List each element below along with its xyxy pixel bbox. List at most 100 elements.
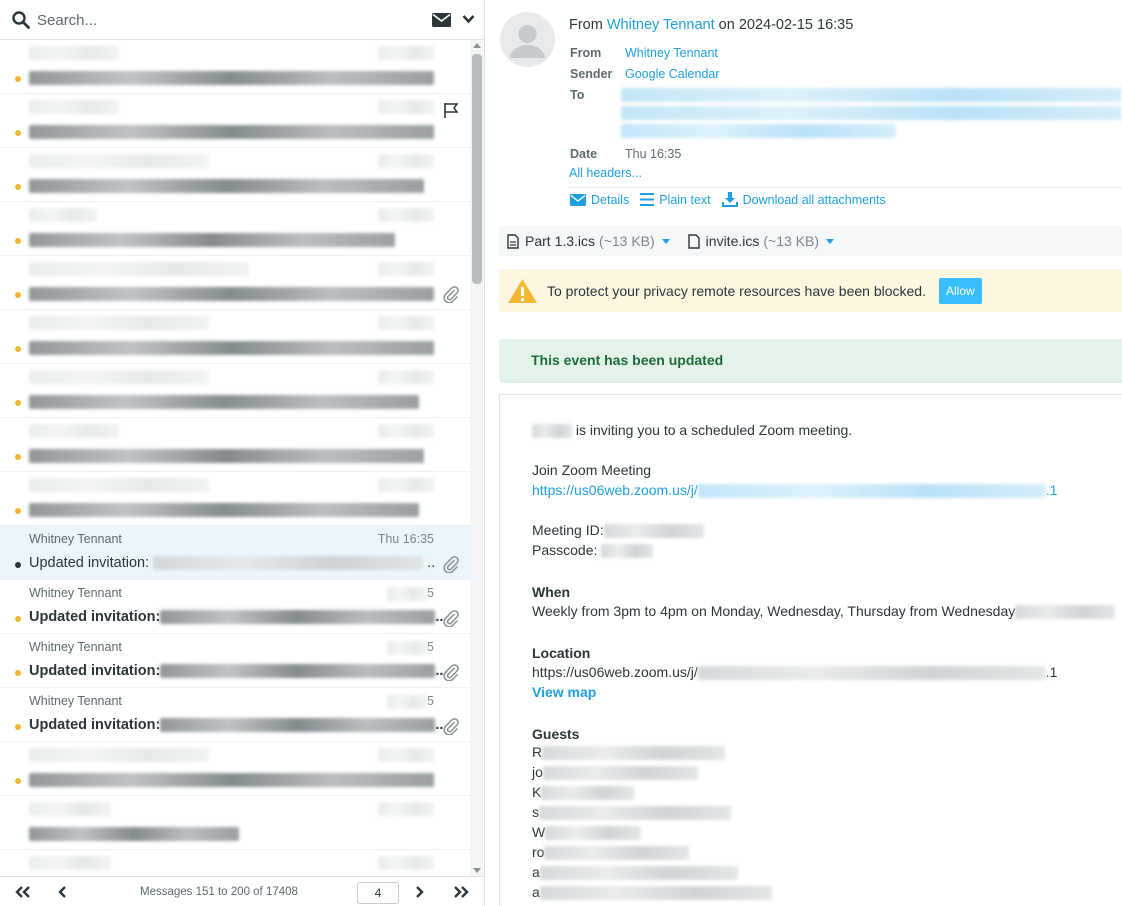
- unread-dot: [15, 616, 21, 622]
- privacy-notice: To protect your privacy remote resources…: [499, 269, 1122, 312]
- paperclip-icon: [443, 556, 459, 573]
- list-item[interactable]: [0, 850, 470, 876]
- paperclip-icon: [443, 286, 459, 303]
- from-label: From: [570, 46, 602, 60]
- message-count: Messages 151 to 200 of 17408: [140, 886, 298, 898]
- message-date: Thu 16:35: [377, 532, 434, 546]
- list-item[interactable]: [0, 418, 470, 472]
- meeting-id-line: Meeting ID:: [532, 522, 704, 539]
- list-item[interactable]: [0, 94, 470, 148]
- search-icon[interactable]: [12, 11, 30, 29]
- first-page-icon[interactable]: [15, 885, 31, 899]
- from-value[interactable]: Whitney Tennant: [625, 46, 718, 60]
- list-item[interactable]: [0, 472, 470, 526]
- list-icon: [640, 193, 655, 206]
- message-from: Whitney Tennant: [29, 694, 122, 708]
- envelope-icon: [570, 193, 586, 206]
- inviting-line: is inviting you to a scheduled Zoom meet…: [532, 422, 852, 439]
- join-zoom-link[interactable]: https://us06web.zoom.us/j/.1: [532, 482, 1057, 499]
- message-body: is inviting you to a scheduled Zoom meet…: [499, 394, 1122, 906]
- warning-icon: [508, 278, 537, 303]
- list-item[interactable]: [0, 310, 470, 364]
- header-divider: [569, 187, 1122, 188]
- scrollbar-thumb[interactable]: [472, 54, 482, 284]
- list-item-selected[interactable]: Whitney Tennant Thu 16:35 Updated invita…: [0, 526, 470, 580]
- message-date: 5: [387, 586, 434, 601]
- message-date: 5: [387, 640, 434, 655]
- date-value: Thu 16:35: [625, 147, 682, 161]
- all-headers-link[interactable]: All headers...: [569, 166, 642, 180]
- list-item[interactable]: [0, 202, 470, 256]
- file-icon: [507, 233, 519, 249]
- to-label: To: [570, 88, 585, 102]
- when-title: When: [532, 584, 571, 600]
- unread-dot: [15, 670, 21, 676]
- plain-text-button[interactable]: Plain text: [640, 192, 711, 207]
- message-subject: Updated invitation:..: [29, 717, 444, 733]
- guest-item: W: [532, 824, 642, 841]
- message-subject: Updated invitation:..: [29, 609, 444, 625]
- list-item[interactable]: [0, 742, 470, 796]
- flag-icon[interactable]: [443, 102, 459, 119]
- message-from: Whitney Tennant: [29, 640, 122, 654]
- next-page-icon[interactable]: [415, 885, 425, 899]
- guest-item: jo: [532, 764, 698, 781]
- list-item[interactable]: [0, 148, 470, 202]
- envelope-icon[interactable]: [432, 13, 451, 27]
- attachment-item[interactable]: invite.ics (~13 KB): [687, 233, 834, 249]
- join-title: Join Zoom Meeting: [532, 462, 652, 478]
- list-item[interactable]: [0, 40, 470, 94]
- message-subject: Updated invitation:..: [29, 663, 444, 679]
- event-status-banner: This event has been updated: [499, 339, 1122, 383]
- message-from: Whitney Tennant: [29, 586, 122, 600]
- attachments-bar: Part 1.3.ics (~13 KB) invite.ics (~13 KB): [499, 226, 1122, 256]
- paperclip-icon: [443, 610, 459, 627]
- list-item[interactable]: Whitney Tennant 5 Updated invitation:..: [0, 580, 470, 634]
- location-text: https://us06web.zoom.us/j/.1: [532, 664, 1058, 681]
- search-bar: [0, 0, 484, 40]
- message-view-pane: From Whitney Tennant on 2024-02-15 16:35…: [486, 0, 1122, 906]
- from-link[interactable]: Whitney Tennant: [607, 17, 715, 33]
- list-scrollbar[interactable]: [470, 40, 484, 876]
- chevron-down-icon[interactable]: [826, 238, 834, 244]
- pagination-bar: Messages 151 to 200 of 17408: [0, 876, 484, 906]
- location-title: Location: [532, 645, 591, 661]
- message-title: From Whitney Tennant on 2024-02-15 16:35: [569, 17, 854, 33]
- page-number-input[interactable]: [357, 882, 399, 904]
- list-item[interactable]: [0, 796, 470, 850]
- message-actions: Details Plain text Download all attachme…: [570, 192, 897, 207]
- chevron-down-icon[interactable]: [462, 14, 475, 24]
- when-text: Weekly from 3pm to 4pm on Monday, Wednes…: [532, 603, 1116, 620]
- date-label: Date: [570, 147, 598, 161]
- attachment-item[interactable]: Part 1.3.ics (~13 KB): [507, 233, 670, 249]
- last-page-icon[interactable]: [453, 885, 469, 899]
- allow-button[interactable]: Allow: [938, 277, 982, 304]
- sender-label: Sender: [570, 67, 613, 81]
- paperclip-icon: [443, 718, 459, 735]
- details-button[interactable]: Details: [570, 192, 629, 207]
- sender-value[interactable]: Google Calendar: [625, 67, 720, 81]
- to-recipients[interactable]: [621, 88, 1122, 138]
- list-item[interactable]: Whitney Tennant 5 Updated invitation:..: [0, 634, 470, 688]
- guest-item: a: [532, 864, 738, 881]
- guest-item: K: [532, 784, 635, 801]
- guest-item: ro: [532, 844, 690, 861]
- file-icon: [687, 233, 700, 249]
- paperclip-icon: [443, 664, 459, 681]
- view-map-link[interactable]: View map: [532, 684, 596, 700]
- user-avatar-icon: [500, 12, 555, 67]
- guest-item: a: [532, 884, 772, 901]
- list-item[interactable]: [0, 256, 470, 310]
- list-item[interactable]: Whitney Tennant 5 Updated invitation:..: [0, 688, 470, 742]
- privacy-text: To protect your privacy remote resources…: [547, 282, 926, 299]
- chevron-down-icon[interactable]: [661, 238, 670, 244]
- download-icon: [721, 192, 738, 207]
- prev-page-icon[interactable]: [57, 885, 67, 899]
- list-item[interactable]: [0, 364, 470, 418]
- message-list: Whitney Tennant Thu 16:35 Updated invita…: [0, 40, 470, 876]
- search-input[interactable]: [37, 9, 397, 31]
- guest-item: s: [532, 804, 731, 821]
- download-all-button[interactable]: Download all attachments: [721, 192, 886, 207]
- message-from: Whitney Tennant: [29, 532, 122, 546]
- message-date: 5: [387, 694, 434, 709]
